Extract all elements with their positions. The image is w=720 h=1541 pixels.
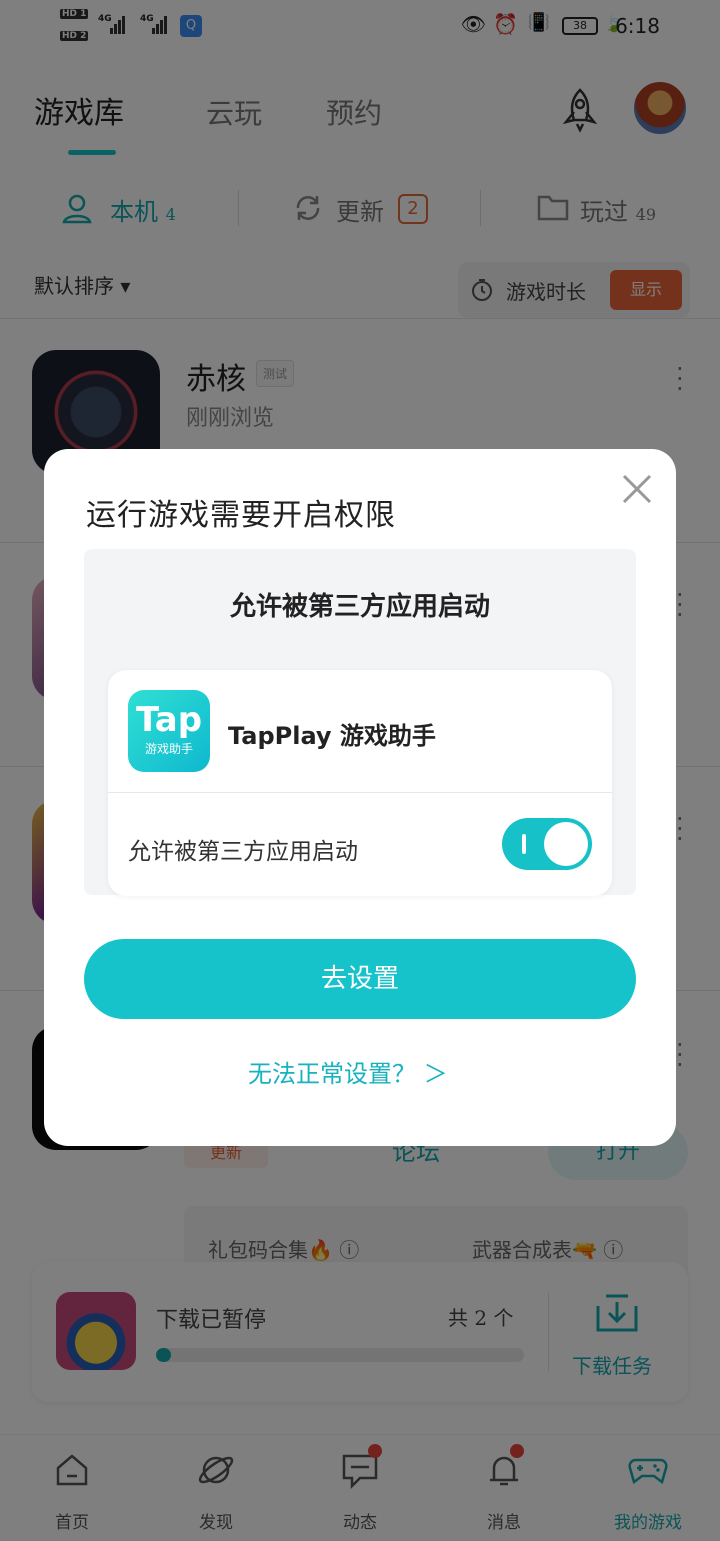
app-name: TapPlay 游戏助手 bbox=[228, 722, 436, 750]
toggle-knob bbox=[544, 822, 588, 866]
app-icon-subtext: 游戏助手 bbox=[144, 742, 193, 756]
help-link[interactable]: 无法正常设置？ ＞ bbox=[248, 1054, 448, 1089]
tapplay-app-icon: Tap 游戏助手 bbox=[128, 690, 210, 772]
dialog-title: 运行游戏需要开启权限 bbox=[86, 498, 396, 533]
third-party-launch-toggle bbox=[502, 818, 592, 870]
close-icon[interactable] bbox=[620, 472, 654, 506]
go-settings-button[interactable]: 去设置 bbox=[84, 939, 636, 1019]
toggle-on-mark bbox=[522, 834, 526, 854]
illustration-title: 允许被第三方应用启动 bbox=[229, 592, 490, 622]
divider bbox=[108, 792, 612, 793]
toggle-label: 允许被第三方应用启动 bbox=[128, 839, 358, 865]
app-icon-text: Tap bbox=[135, 700, 203, 740]
